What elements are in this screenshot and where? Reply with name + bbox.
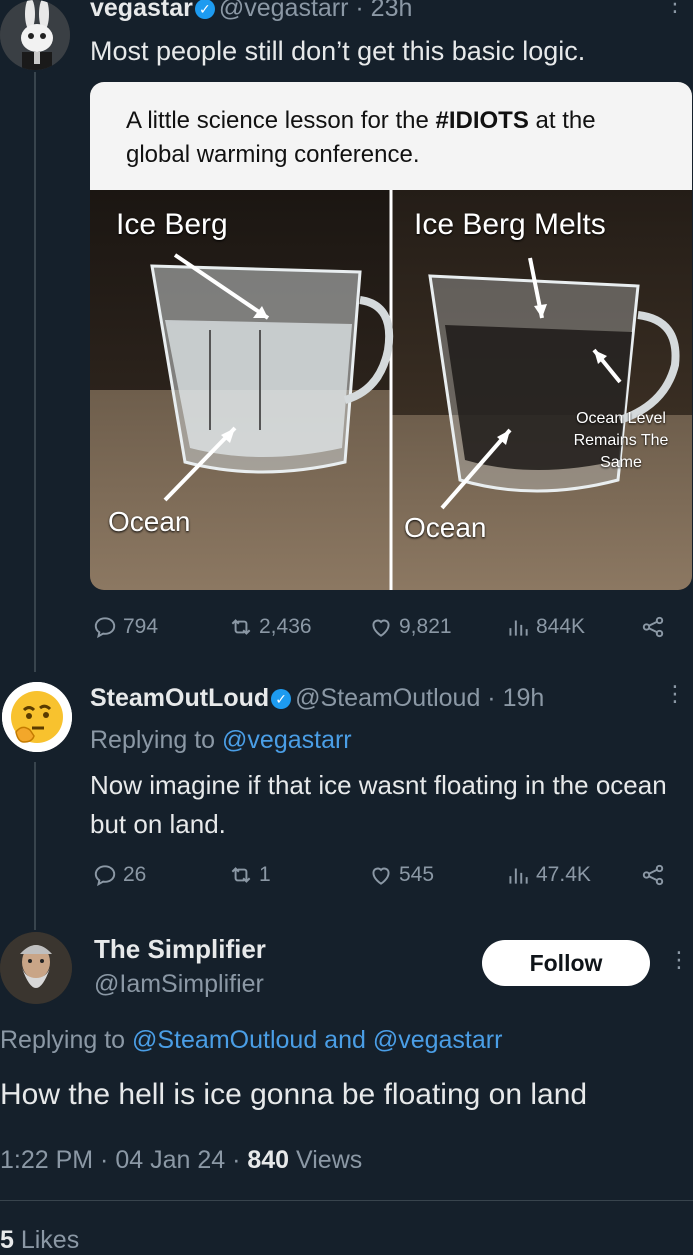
tweet3-replying-to: Replying to @SteamOutloud and @vegastarr — [0, 1026, 502, 1055]
divider — [0, 1200, 693, 1201]
heart-icon — [372, 619, 390, 637]
thinking-face-icon — [2, 682, 72, 752]
left-ocean-label: Ocean — [108, 506, 191, 537]
thread-line-2 — [34, 762, 36, 930]
tweet2-reply-button[interactable]: 26 — [92, 862, 146, 888]
share-icon — [642, 616, 664, 638]
avatar-simplifier[interactable] — [0, 932, 72, 1004]
tweet3-replying-and: and — [317, 1026, 373, 1054]
ocean-level-note-line3: Same — [600, 454, 642, 471]
tweet3-views-label: Views — [289, 1146, 363, 1174]
tweet1-view-count: 844K — [536, 615, 586, 638]
views-chart-icon — [509, 620, 528, 636]
tweet2-display-name[interactable]: SteamOutLoud — [90, 684, 269, 712]
follow-button[interactable]: Follow — [482, 940, 650, 986]
tweet1-repost-count: 2,436 — [259, 615, 312, 638]
tweet2-repost-count: 1 — [259, 863, 271, 886]
avatar-vegastar[interactable] — [0, 0, 70, 70]
tweet2-repost-button[interactable]: 1 — [228, 862, 271, 888]
tweet2-views-button[interactable]: 47.4K — [505, 862, 591, 888]
tweet1-reply-button[interactable]: 794 — [92, 614, 158, 640]
tweet3-meta: 1:22 PM · 04 Jan 24 · 840 Views — [0, 1146, 362, 1175]
share-icon — [642, 864, 664, 886]
tweet1-views-button[interactable]: 844K — [505, 614, 585, 640]
tweet2-replying-to: Replying to @vegastarr — [90, 726, 352, 755]
tweet1-display-name[interactable]: vegastar — [90, 0, 193, 22]
rabbit-avatar-icon — [0, 0, 70, 70]
tweet1-text: Most people still don’t get this basic l… — [90, 36, 586, 66]
tweet2-handle-time[interactable]: @SteamOutloud · 19h — [295, 684, 544, 712]
media-caption-bold: #IDIOTS — [435, 107, 529, 134]
tweet2-reply-count: 26 — [123, 863, 147, 886]
tweet2-replying-to-link[interactable]: @vegastarr — [222, 726, 352, 754]
media-caption-pre: A little science lesson for the — [126, 107, 436, 134]
tweet2-share-button[interactable] — [640, 862, 666, 888]
ocean-level-note-line1: Ocean Level — [576, 410, 666, 427]
tweet3-timestamp[interactable]: 1:22 PM · 04 Jan 24 · — [0, 1146, 247, 1174]
media-header-caption: A little science lesson for the #IDIOTS … — [90, 82, 692, 190]
tweet2-like-count: 545 — [399, 863, 435, 886]
left-panel-title: Ice Berg — [116, 208, 228, 241]
verified-badge-icon: ✓ — [194, 0, 215, 19]
tweet1-like-count: 9,821 — [399, 615, 452, 638]
tweet1-handle-time[interactable]: @vegastarr · 23h — [219, 0, 413, 22]
reply-icon — [94, 617, 116, 639]
tweet3-like-count: 5 — [0, 1226, 14, 1254]
verified-badge-icon: ✓ — [271, 689, 292, 709]
views-chart-icon — [509, 868, 528, 884]
tweet1-header: vegastar ✓ @vegastarr · 23h — [90, 0, 412, 23]
tweet2-like-button[interactable]: 545 — [368, 862, 434, 888]
bearded-man-avatar-icon — [0, 932, 72, 1004]
tweet2-replying-prefix: Replying to — [90, 726, 223, 754]
tweet1-reply-count: 794 — [123, 615, 159, 638]
tweet1-share-button[interactable] — [640, 614, 666, 640]
tweet3-view-count: 840 — [247, 1146, 290, 1174]
more-options-icon[interactable]: ⋮ — [668, 949, 690, 971]
tweet1-like-button[interactable]: 9,821 — [368, 614, 452, 640]
avatar-steamoutloud[interactable] — [2, 682, 72, 752]
tweet3-likes-label: Likes — [13, 1226, 80, 1254]
thread-line-1 — [34, 72, 36, 672]
tweet3-handle[interactable]: @IamSimplifier — [94, 970, 264, 999]
tweet2-header: SteamOutLoud ✓ @SteamOutloud · 19h — [90, 684, 544, 713]
tweet3-replying-prefix: Replying to — [0, 1026, 133, 1054]
heart-icon — [372, 867, 390, 885]
reply-icon — [94, 865, 116, 887]
ocean-level-note: Ocean Level Remains The Same — [556, 408, 686, 474]
tweet1-media-image[interactable]: A little science lesson for the #IDIOTS … — [90, 82, 692, 590]
right-panel-title: Ice Berg Melts — [414, 208, 606, 241]
tweet3-likes[interactable]: 5 Likes — [0, 1226, 79, 1255]
tweet2-view-count: 47.4K — [536, 863, 591, 886]
tweet3-replying-to-link-1[interactable]: @SteamOutloud — [132, 1026, 317, 1054]
tweet3-text: How the hell is ice gonna be floating on… — [0, 1078, 588, 1111]
ocean-level-note-line2: Remains The — [573, 432, 669, 449]
tweet3-replying-to-link-2[interactable]: @vegastarr — [373, 1026, 503, 1054]
repost-icon — [231, 867, 251, 883]
more-options-icon[interactable]: ⋮ — [664, 0, 686, 15]
more-options-icon[interactable]: ⋮ — [664, 683, 686, 705]
tweet2-text: Now imagine if that ice wasnt floating i… — [90, 770, 667, 839]
right-ocean-label: Ocean — [404, 512, 487, 543]
tweet1-repost-button[interactable]: 2,436 — [228, 614, 312, 640]
repost-icon — [231, 619, 251, 635]
tweet3-display-name[interactable]: The Simplifier — [94, 934, 266, 965]
